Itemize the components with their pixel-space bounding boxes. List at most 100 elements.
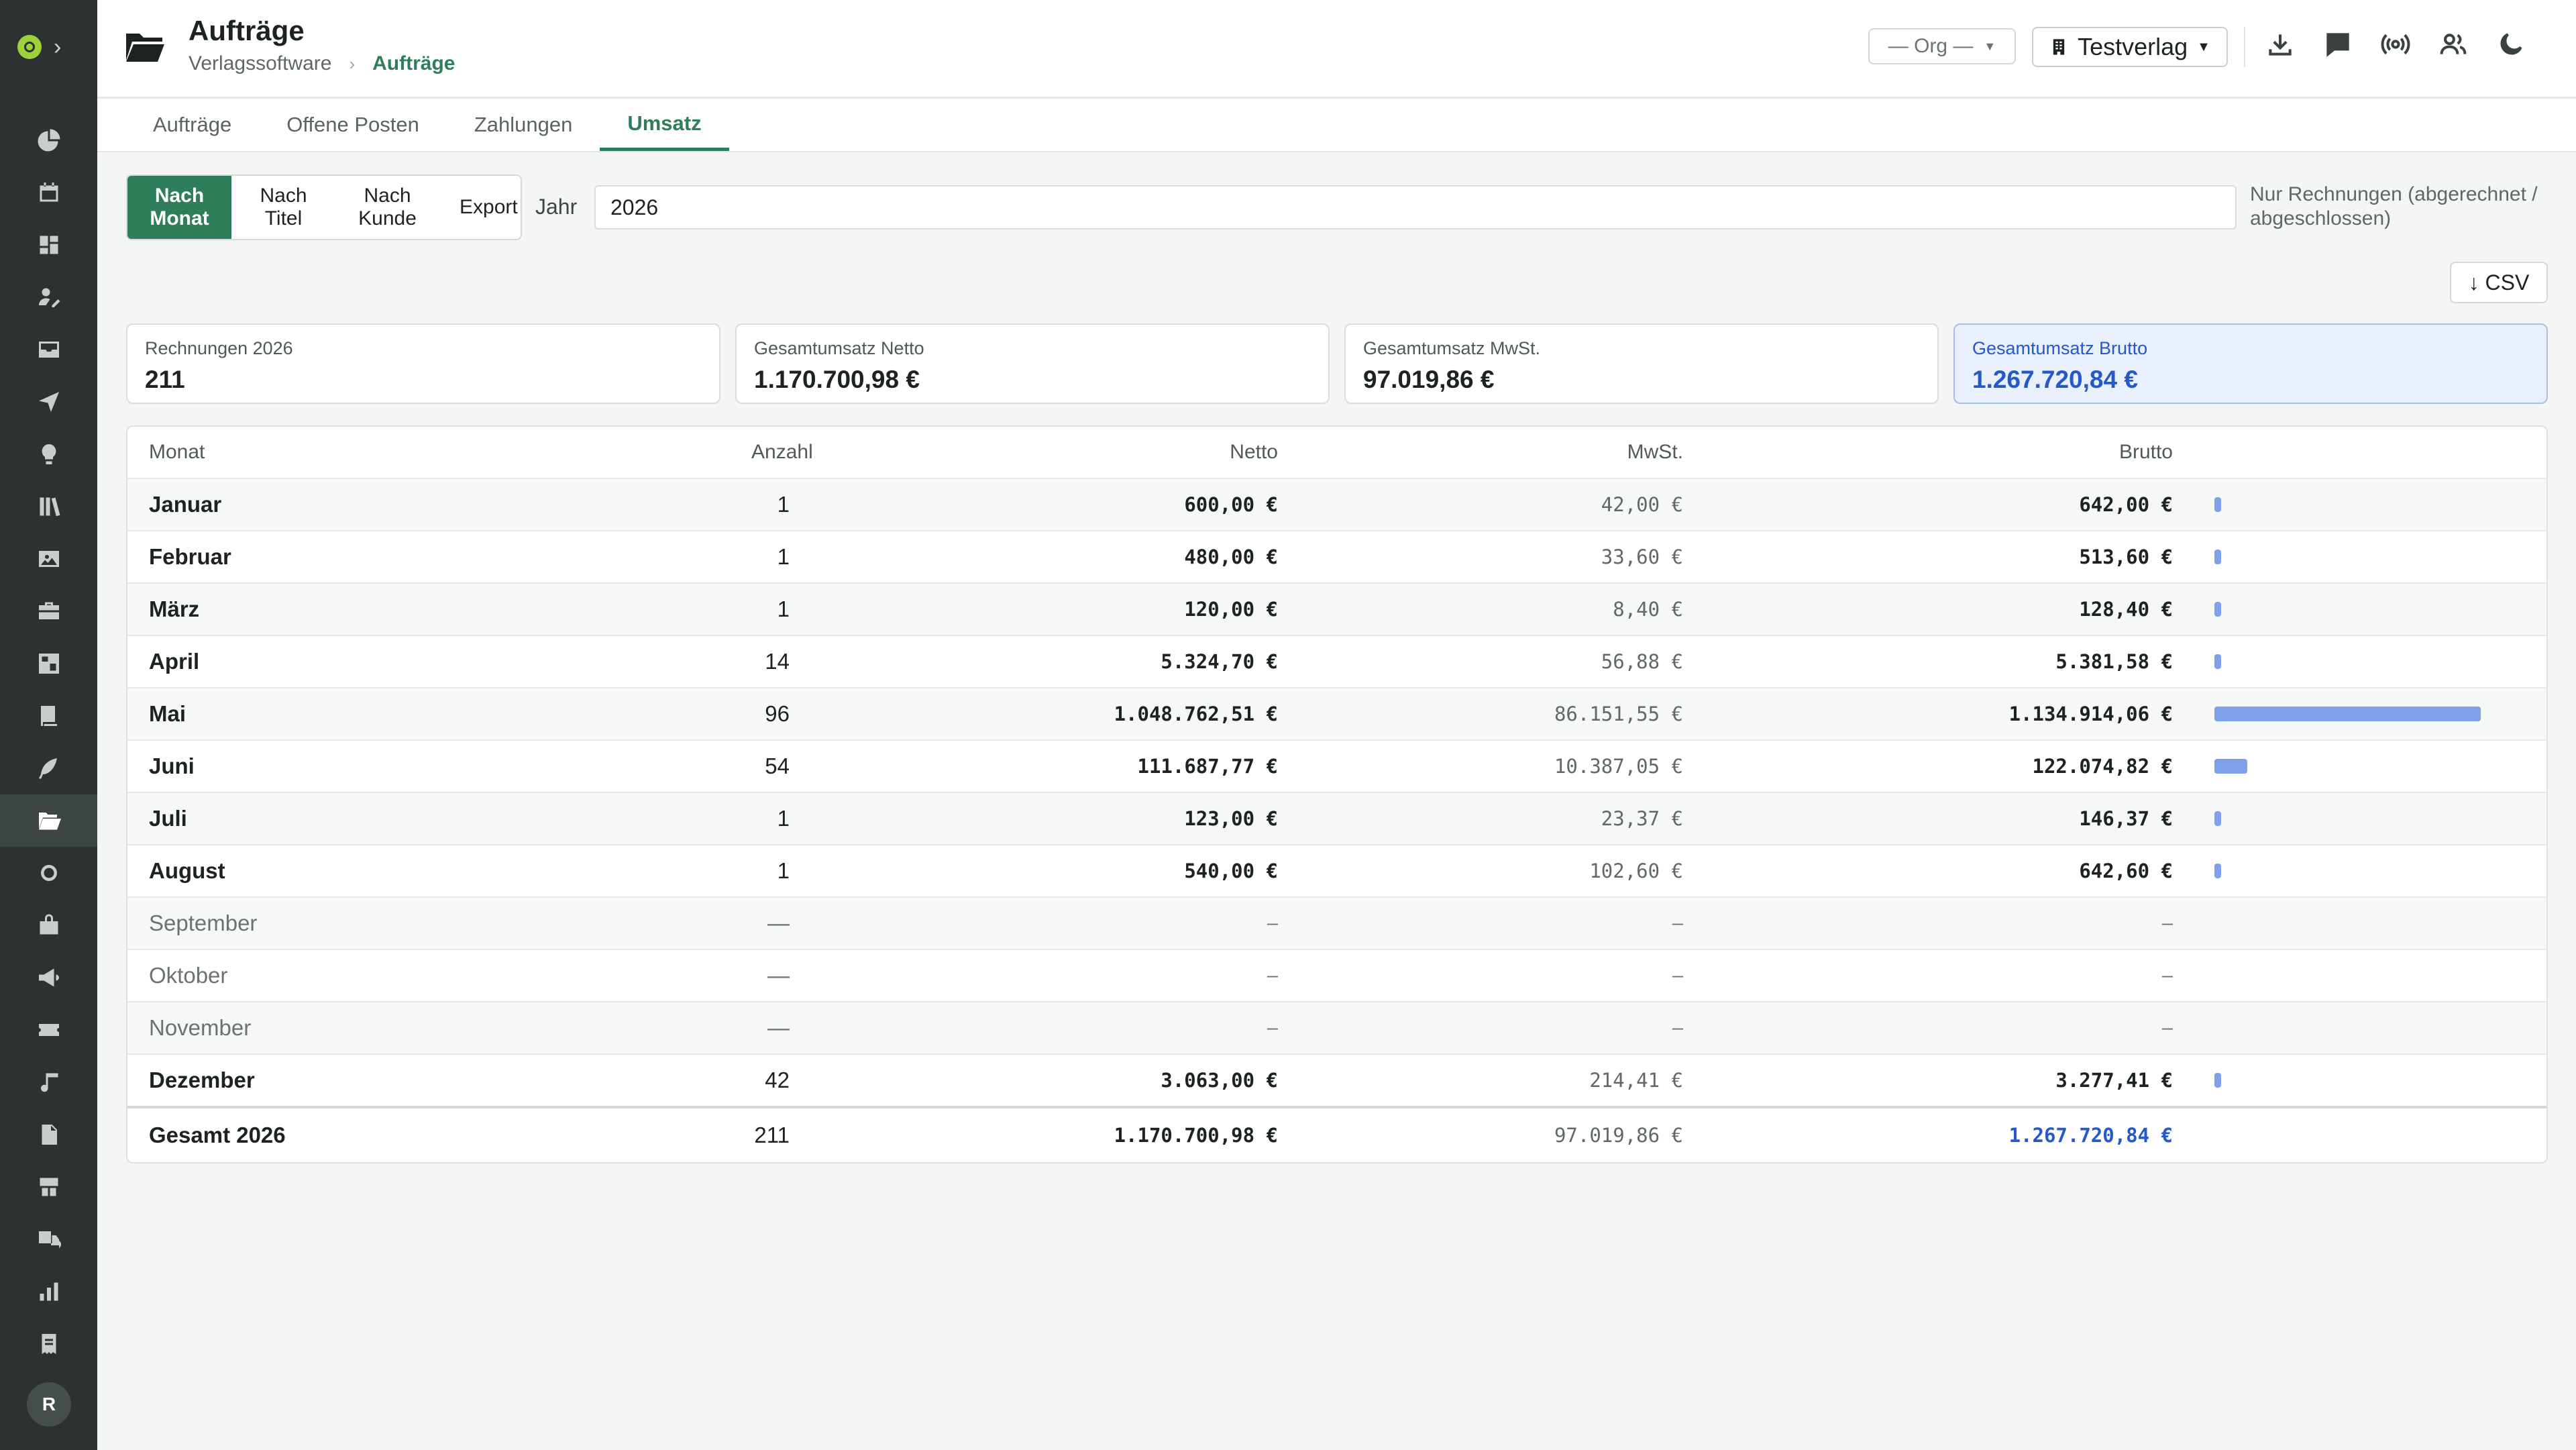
cell-mwst: – bbox=[1672, 912, 1683, 934]
cell-mwst: 23,37 € bbox=[1601, 807, 1683, 830]
tab-bar: Aufträge Offene Posten Zahlungen Umsatz bbox=[97, 99, 2576, 152]
grouping-segmented-control: Nach Monat Nach Titel Nach Kunde Export bbox=[126, 174, 522, 240]
sidebar-nav bbox=[0, 114, 97, 1422]
tab-auftraege[interactable]: Aufträge bbox=[125, 99, 259, 151]
segment-nach-titel[interactable]: Nach Titel bbox=[231, 176, 335, 239]
send-icon bbox=[38, 392, 59, 412]
cell-mwst: – bbox=[1672, 964, 1683, 986]
cell-brutto: 122.074,82 € bbox=[2032, 755, 2173, 778]
user-avatar[interactable]: R bbox=[27, 1382, 71, 1427]
table-row: Januar 1 600,00 € 42,00 € 642,00 € bbox=[127, 478, 2546, 530]
sidebar-item-receipt[interactable] bbox=[0, 1318, 97, 1370]
caret-down-icon: ▼ bbox=[2197, 39, 2210, 54]
chat-icon[interactable] bbox=[2323, 30, 2353, 59]
sidebar-item-pie-chart[interactable] bbox=[0, 114, 97, 166]
share-bar bbox=[2214, 707, 2481, 721]
tab-offene-posten[interactable]: Offene Posten bbox=[259, 99, 447, 151]
cell-month: Juli bbox=[149, 806, 187, 831]
moon-icon[interactable] bbox=[2496, 30, 2526, 59]
cell-month: April bbox=[149, 649, 200, 674]
table-row: Mai 96 1.048.762,51 € 86.151,55 € 1.134.914,… bbox=[127, 687, 2546, 739]
cell-mwst: – bbox=[1672, 1017, 1683, 1039]
sidebar-item-image[interactable] bbox=[0, 533, 97, 585]
table-row: April 14 5.324,70 € 56,88 € 5.381,58 € bbox=[127, 635, 2546, 687]
sidebar-item-send[interactable] bbox=[0, 376, 97, 428]
cell-netto: 540,00 € bbox=[1184, 860, 1278, 882]
sidebar-item-feather[interactable] bbox=[0, 742, 97, 794]
cell-brutto: 1.134.914,06 € bbox=[2008, 703, 2173, 725]
sidebar-expand-icon[interactable]: › bbox=[54, 35, 61, 59]
column-header-anzahl: Anzahl bbox=[751, 441, 813, 463]
kpi-card-netto: Gesamtumsatz Netto 1.170.700,98 € bbox=[735, 323, 1330, 404]
sidebar-item-inbox[interactable] bbox=[0, 323, 97, 376]
share-bar bbox=[2214, 602, 2221, 617]
sidebar-item-ticket[interactable] bbox=[0, 1004, 97, 1056]
file-icon bbox=[42, 1125, 57, 1145]
org-select[interactable]: — Org — ▼ bbox=[1868, 28, 2016, 64]
sidebar-item-circle[interactable] bbox=[0, 847, 97, 899]
bar-chart-icon bbox=[40, 1282, 58, 1301]
publisher-select[interactable]: Testverlag ▼ bbox=[2032, 27, 2228, 67]
calendar-icon bbox=[40, 183, 58, 202]
total-brutto: 1.267.720,84 € bbox=[2008, 1124, 2173, 1147]
org-select-value: — Org — bbox=[1888, 35, 1974, 57]
csv-export-button[interactable]: ↓ CSV bbox=[2450, 262, 2548, 303]
cell-month: Februar bbox=[149, 544, 231, 569]
sidebar-item-calendar-grid[interactable] bbox=[0, 637, 97, 690]
column-header-brutto: Brutto bbox=[2118, 441, 2173, 463]
receipt-icon bbox=[42, 1334, 56, 1354]
cell-month: März bbox=[149, 597, 200, 621]
cell-netto: 111.687,77 € bbox=[1137, 755, 1278, 778]
inbox-icon bbox=[38, 342, 59, 358]
cell-brutto: 3.277,41 € bbox=[2055, 1069, 2173, 1092]
sidebar-item-calendar[interactable] bbox=[0, 166, 97, 219]
cell-mwst: 10.387,05 € bbox=[1554, 755, 1683, 778]
cell-share-bar bbox=[2173, 1073, 2481, 1088]
sidebar-item-truck-export[interactable] bbox=[0, 1213, 97, 1265]
sidebar-item-bag[interactable] bbox=[0, 899, 97, 951]
table-row: Oktober — – – – bbox=[127, 949, 2546, 1001]
sidebar-item-user-edit[interactable] bbox=[0, 271, 97, 323]
cell-count: 1 bbox=[777, 492, 790, 517]
cell-netto: 480,00 € bbox=[1184, 546, 1278, 568]
segment-nach-monat[interactable]: Nach Monat bbox=[127, 176, 231, 239]
cell-mwst: 42,00 € bbox=[1601, 493, 1683, 516]
sidebar-item-folder-open[interactable] bbox=[0, 794, 97, 847]
breadcrumb-item-current: Aufträge bbox=[372, 52, 455, 74]
sidebar-item-music[interactable] bbox=[0, 1056, 97, 1108]
cell-netto: 3.063,00 € bbox=[1161, 1069, 1278, 1092]
sidebar-item-bar-chart[interactable] bbox=[0, 1265, 97, 1318]
app-logo[interactable] bbox=[17, 35, 42, 59]
sidebar-item-library[interactable] bbox=[0, 480, 97, 533]
cell-mwst: 86.151,55 € bbox=[1554, 703, 1683, 725]
sidebar-item-lightbulb[interactable] bbox=[0, 428, 97, 480]
cell-month: Oktober bbox=[149, 963, 228, 988]
cell-count: 14 bbox=[765, 649, 790, 674]
share-bar bbox=[2214, 654, 2221, 669]
table-header-row: Monat Anzahl Netto MwSt. Brutto bbox=[127, 427, 2546, 478]
sidebar-item-dashboard[interactable] bbox=[0, 219, 97, 271]
year-input[interactable] bbox=[594, 185, 2237, 229]
kpi-card-rechnungen: Rechnungen 2026 211 bbox=[126, 323, 720, 404]
sidebar-item-warehouse[interactable] bbox=[0, 1161, 97, 1213]
sidebar-item-briefcase[interactable] bbox=[0, 585, 97, 637]
cell-netto: – bbox=[1267, 912, 1278, 934]
tab-zahlungen[interactable]: Zahlungen bbox=[447, 99, 600, 151]
breadcrumb-item-verlagssoftware[interactable]: Verlagssoftware bbox=[189, 52, 331, 75]
tab-umsatz[interactable]: Umsatz bbox=[600, 99, 729, 151]
calendar-grid-icon bbox=[38, 654, 59, 674]
sidebar-item-file[interactable] bbox=[0, 1108, 97, 1161]
users-icon[interactable] bbox=[2438, 30, 2468, 59]
cell-count: 54 bbox=[765, 754, 790, 778]
sidebar-item-book[interactable] bbox=[0, 690, 97, 742]
broadcast-icon[interactable] bbox=[2381, 30, 2410, 59]
ticket-icon bbox=[38, 1024, 59, 1036]
image-icon bbox=[38, 551, 59, 567]
segment-nach-kunde[interactable]: Nach Kunde bbox=[335, 176, 439, 239]
share-bar bbox=[2214, 1073, 2221, 1088]
sidebar-item-megaphone[interactable] bbox=[0, 951, 97, 1004]
header-divider bbox=[2244, 27, 2245, 67]
sidebar: › R bbox=[0, 0, 97, 1450]
download-icon[interactable] bbox=[2265, 30, 2295, 59]
segment-export[interactable]: Export bbox=[439, 176, 520, 239]
